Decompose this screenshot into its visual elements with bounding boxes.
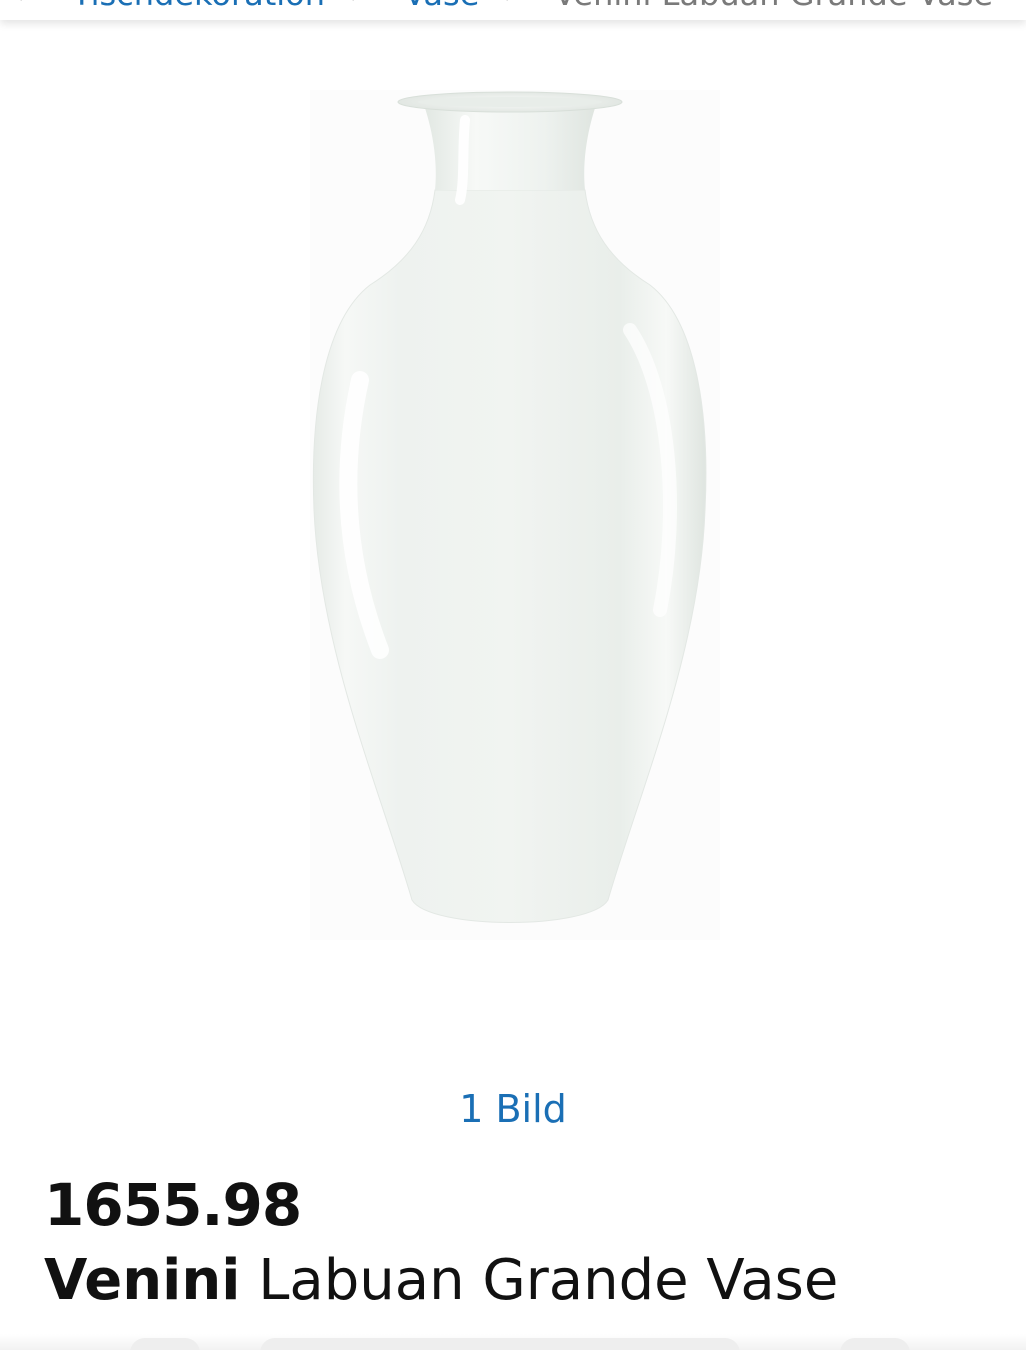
breadcrumb-link-vase[interactable]: Vase xyxy=(404,0,479,14)
product-image[interactable] xyxy=(300,90,720,950)
product-name: Labuan Grande Vase xyxy=(258,1248,839,1313)
product-title: Venini Labuan Grande Vase xyxy=(44,1246,838,1316)
chevron-right-icon: › xyxy=(350,0,362,14)
chevron-right-icon: › xyxy=(18,0,30,14)
image-count-link[interactable]: 1 Bild xyxy=(0,1084,1026,1134)
product-image-gallery[interactable] xyxy=(0,40,1026,1050)
product-brand[interactable]: Venini xyxy=(44,1248,240,1313)
action-button-partial[interactable] xyxy=(260,1338,740,1350)
chevron-right-icon: › xyxy=(504,0,516,14)
product-price: 1655.98 xyxy=(44,1171,302,1239)
action-button-partial[interactable] xyxy=(130,1338,200,1350)
breadcrumb-current: Venini Labuan Grande Vase xyxy=(554,0,993,14)
action-button-partial[interactable] xyxy=(840,1338,910,1350)
product-page: › Tischdekoration › Vase › Venini Labuan… xyxy=(0,0,1026,1350)
breadcrumb-link-tischdekoration[interactable]: Tischdekoration xyxy=(72,0,325,14)
breadcrumb-bar: › Tischdekoration › Vase › Venini Labuan… xyxy=(0,0,1026,20)
